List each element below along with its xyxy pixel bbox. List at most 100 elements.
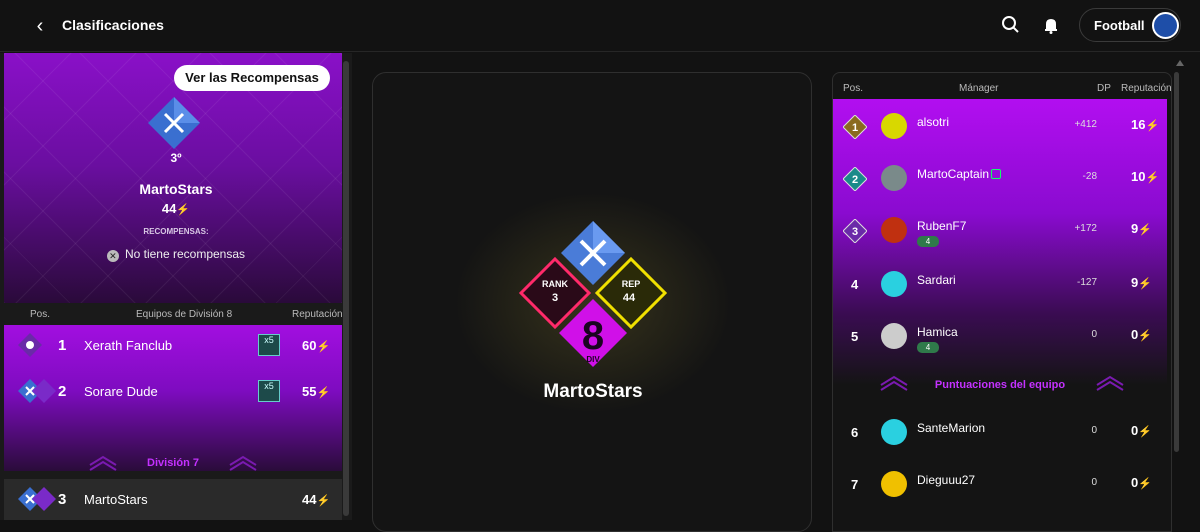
- chevron-left-icon[interactable]: ‹: [30, 14, 50, 38]
- manager-name: MartoStars: [139, 181, 213, 197]
- division-separator: División 7: [4, 453, 342, 475]
- row-name: alsotri: [917, 115, 950, 129]
- row-name: MartoCaptain: [917, 167, 990, 181]
- rank-position: 3º: [170, 151, 182, 165]
- search-icon[interactable]: [1000, 14, 1022, 36]
- team-scores-separator: Puntuaciones del equipo: [833, 373, 1167, 399]
- row-name: MartoStars: [84, 492, 148, 507]
- division-number: 8: [582, 314, 604, 358]
- manager-card: Ver las Recompensas 3º MartoStars 44⚡ RE…: [4, 53, 342, 303]
- manager-name: MartoStars: [543, 381, 643, 402]
- rank-badge-icon: 1: [843, 115, 867, 139]
- bolt-icon: ⚡: [1138, 330, 1152, 342]
- row-value: 60⚡: [302, 338, 331, 353]
- sport-selector-button[interactable]: Football: [1079, 8, 1181, 42]
- row-name: Xerath Fanclub: [84, 338, 173, 353]
- no-rewards-text: ✕ No tiene recompensas: [4, 247, 342, 262]
- col-pos-header: Pos.: [30, 309, 51, 320]
- row-name: SanteMarion: [917, 421, 986, 435]
- row-rep: 0⚡: [1131, 423, 1152, 438]
- division-emblem-panel: RANK 3 REP 44 8 DIV MartoStars: [372, 72, 812, 532]
- row-rep: 9⚡: [1131, 221, 1152, 236]
- scrollbar[interactable]: [1174, 72, 1179, 452]
- bolt-icon: ⚡: [316, 495, 331, 507]
- status-badge: 4: [917, 342, 939, 353]
- col-pos-header: Pos.: [843, 83, 864, 94]
- swords-badge-icon: [148, 97, 200, 149]
- avatar: [881, 419, 907, 445]
- avatar: [881, 323, 907, 349]
- row-rep: 16⚡: [1131, 117, 1160, 132]
- row-pos: 3: [852, 226, 858, 238]
- row-rep: 10⚡: [1131, 169, 1160, 184]
- col-manager-header: Mánager: [959, 83, 999, 94]
- row-pos: 2: [852, 174, 858, 186]
- chevron-up-icon: [229, 455, 257, 471]
- table-row[interactable]: 1 Xerath Fanclub x5 60⚡: [4, 325, 342, 365]
- row-value: 55⚡: [302, 384, 331, 399]
- bolt-icon: ⚡: [176, 204, 191, 216]
- rep-value: 44: [623, 292, 636, 304]
- left-panel: Ver las Recompensas 3º MartoStars 44⚡ RE…: [0, 53, 352, 520]
- row-pos: 4: [851, 277, 859, 292]
- bell-icon[interactable]: [1040, 14, 1062, 36]
- rank-value: 3: [552, 292, 558, 304]
- chevron-up-icon: [1096, 375, 1124, 391]
- page-title: Clasificaciones: [62, 17, 164, 33]
- row-name: RubenF7: [917, 219, 967, 233]
- rank-label: RANK: [542, 279, 568, 289]
- row-pos: 6: [851, 425, 859, 440]
- leaderboard-row[interactable]: 2 MartoCaptain -28 10⚡: [833, 153, 1167, 205]
- scrollbar[interactable]: [343, 61, 349, 516]
- division-table: 1 Xerath Fanclub x5 60⚡ 2 Sorare Dude x5…: [4, 325, 342, 471]
- rank-badge-icon: 2: [843, 167, 867, 191]
- multiplier-badge: x5: [258, 334, 280, 356]
- row-rep: 9⚡: [1131, 275, 1152, 290]
- col-dp-header: DP: [1097, 83, 1111, 94]
- row-name: Hamica: [917, 325, 958, 339]
- my-team-row[interactable]: 3 MartoStars 44⚡: [4, 479, 342, 520]
- row-name: Sardari: [917, 273, 956, 287]
- avatar: [881, 165, 907, 191]
- leaderboard-row[interactable]: 4 Sardari -127 9⚡: [833, 259, 1167, 311]
- bolt-icon: ⚡: [1145, 120, 1160, 132]
- row-pos: 1: [852, 122, 858, 134]
- view-rewards-button[interactable]: Ver las Recompensas: [174, 65, 330, 91]
- leaderboard-row[interactable]: 1 alsotri +412 16⚡: [833, 101, 1167, 153]
- col-rep-header: Reputación: [1121, 83, 1172, 94]
- col-rep-header: Reputación: [292, 309, 343, 320]
- row-rep: 0⚡: [1131, 327, 1152, 342]
- bolt-icon: ⚡: [316, 341, 331, 353]
- bolt-icon: ⚡: [1138, 478, 1152, 490]
- bolt-icon: ⚡: [316, 387, 331, 399]
- bolt-icon: ⚡: [1138, 278, 1152, 290]
- rewards-label: RECOMPENSAS:: [143, 227, 209, 236]
- row-name: Dieguuu27: [917, 473, 976, 487]
- col-team-header: Equipos de División 8: [136, 309, 233, 320]
- multiplier-badge: x5: [258, 380, 280, 402]
- close-icon: ✕: [106, 250, 119, 262]
- row-pos: 1: [58, 337, 67, 354]
- row-name: Sorare Dude: [84, 384, 158, 399]
- avatar: [881, 217, 907, 243]
- leaderboard-row[interactable]: 5 Hamica 4 0 0⚡: [833, 311, 1167, 363]
- row-pos: 2: [58, 383, 67, 400]
- avatar: [881, 271, 907, 297]
- status-badge: 4: [917, 236, 939, 247]
- captain-tag-icon: [991, 169, 1001, 179]
- avatar: [881, 113, 907, 139]
- leaderboard-row[interactable]: 6 SanteMarion 0 0⚡: [833, 407, 1167, 459]
- rank-badge-icon: 3: [843, 219, 867, 243]
- scroll-up-arrow-icon[interactable]: [1176, 60, 1184, 66]
- table-row[interactable]: 2 Sorare Dude x5 55⚡: [4, 371, 342, 411]
- bolt-icon: ⚡: [1138, 426, 1152, 438]
- division-label: DIV: [586, 355, 600, 364]
- avatar: [1152, 12, 1179, 39]
- leaderboard-row[interactable]: 3 RubenF7 4 +172 9⚡: [833, 205, 1167, 257]
- leaderboard-row[interactable]: 7 Dieguuu27 0 0⚡: [833, 459, 1167, 511]
- top-bar: ‹ Clasificaciones Football: [0, 0, 1200, 52]
- sport-label: Football: [1094, 18, 1145, 33]
- row-pos: 3: [58, 491, 67, 508]
- reputation-points: 44⚡: [161, 201, 191, 216]
- leaderboard-panel: Pos. Mánager DP Reputación 1 alsotri +412 1…: [832, 72, 1172, 532]
